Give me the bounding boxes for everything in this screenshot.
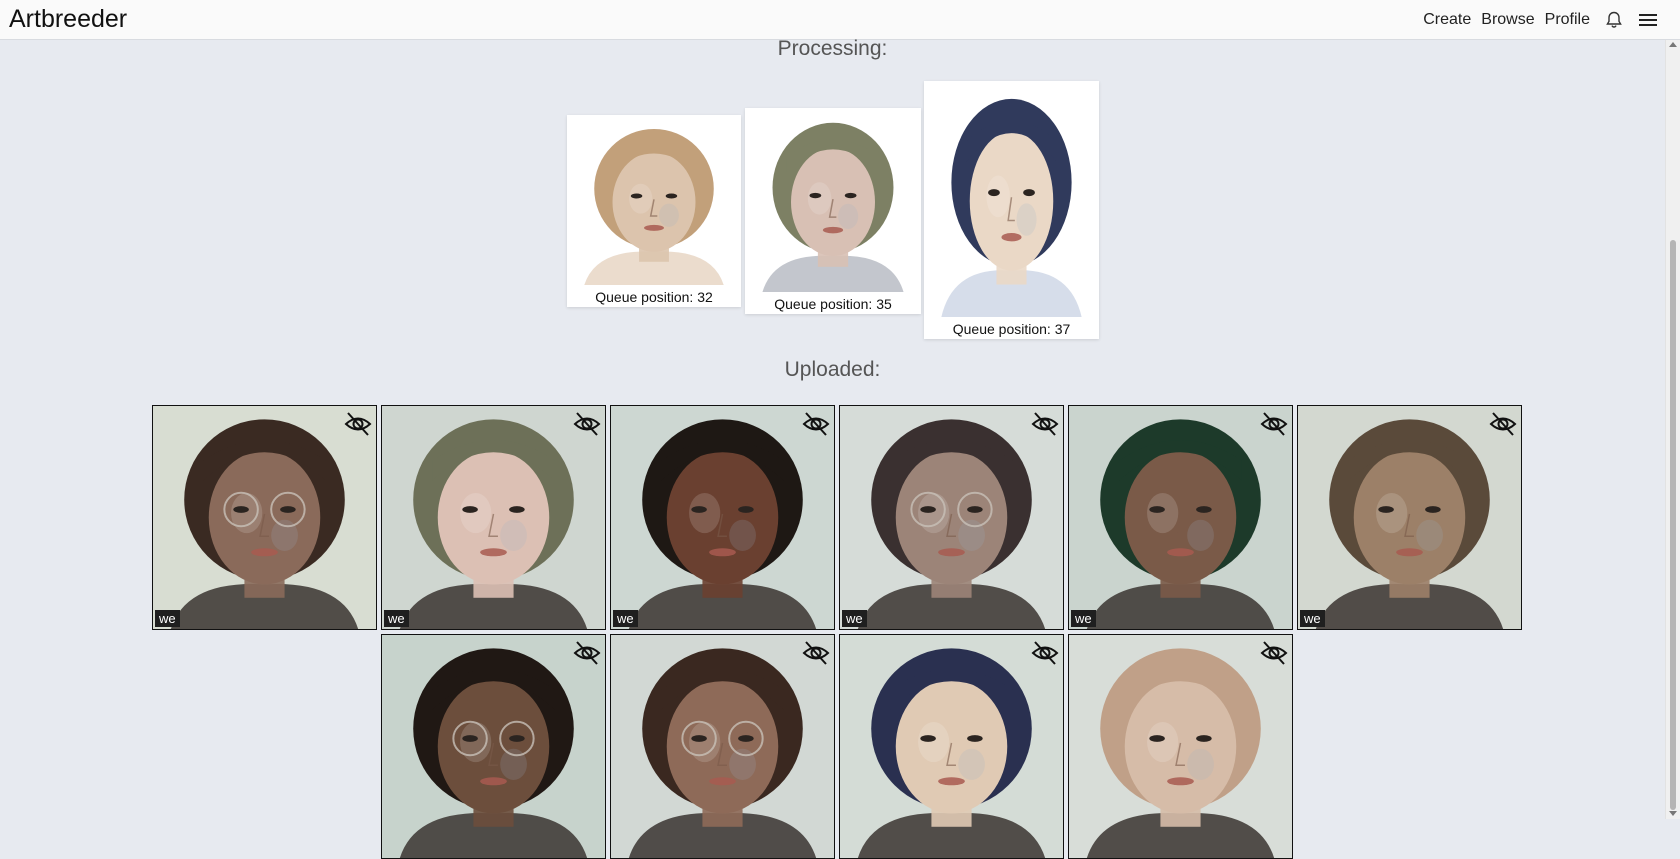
page-scrollbar[interactable] <box>1665 40 1680 819</box>
queue-position: Queue position: 32 <box>595 289 713 305</box>
eye-off-icon[interactable] <box>1030 638 1060 673</box>
we-badge: we <box>613 610 638 627</box>
hamburger-menu-icon[interactable] <box>1638 10 1658 30</box>
uploaded-image-tile[interactable] <box>610 634 835 859</box>
nav-browse-link[interactable]: Browse <box>1481 11 1534 29</box>
eye-off-icon[interactable] <box>572 638 602 673</box>
uploaded-image-tile[interactable] <box>839 634 1064 859</box>
processing-heading: Processing: <box>777 37 888 60</box>
eye-off-icon[interactable] <box>801 409 831 444</box>
we-badge: we <box>842 610 867 627</box>
top-nav: Artbreeder Create Browse Profile <box>0 0 1680 40</box>
uploaded-image-tile[interactable]: we <box>1297 405 1522 630</box>
scroll-up-arrow-icon[interactable] <box>1669 42 1677 47</box>
uploaded-image-tile[interactable]: we <box>1068 405 1293 630</box>
uploaded-image-tile[interactable] <box>381 634 606 859</box>
processing-card[interactable]: Queue position: 32 <box>567 115 741 307</box>
eye-off-icon[interactable] <box>801 638 831 673</box>
bell-icon[interactable] <box>1604 10 1624 30</box>
nav-links: Create Browse Profile <box>1413 0 1658 40</box>
uploaded-heading: Uploaded: <box>784 358 881 381</box>
we-badge: we <box>384 610 409 627</box>
we-badge: we <box>155 610 180 627</box>
nav-create-link[interactable]: Create <box>1423 11 1471 29</box>
nav-profile-link[interactable]: Profile <box>1545 11 1590 29</box>
we-badge: we <box>1300 610 1325 627</box>
eye-off-icon[interactable] <box>1030 409 1060 444</box>
we-badge: we <box>1071 610 1096 627</box>
eye-off-icon[interactable] <box>343 409 373 444</box>
processing-portrait <box>928 85 1095 317</box>
scroll-down-arrow-icon[interactable] <box>1669 811 1677 816</box>
queue-position: Queue position: 35 <box>774 296 892 312</box>
uploaded-image-tile[interactable]: we <box>610 405 835 630</box>
processing-portrait <box>749 112 917 292</box>
brand-logo[interactable]: Artbreeder <box>9 5 127 34</box>
eye-off-icon[interactable] <box>572 409 602 444</box>
processing-portrait <box>571 119 737 285</box>
eye-off-icon[interactable] <box>1259 409 1289 444</box>
uploaded-image-tile[interactable]: we <box>381 405 606 630</box>
eye-off-icon[interactable] <box>1488 409 1518 444</box>
processing-card[interactable]: Queue position: 37 <box>924 81 1099 339</box>
uploaded-image-tile[interactable]: we <box>839 405 1064 630</box>
uploaded-image-tile[interactable]: we <box>152 405 377 630</box>
scroll-thumb[interactable] <box>1670 240 1676 810</box>
processing-card[interactable]: Queue position: 35 <box>745 108 921 314</box>
queue-position: Queue position: 37 <box>952 321 1071 337</box>
eye-off-icon[interactable] <box>1259 638 1289 673</box>
uploaded-image-tile[interactable] <box>1068 634 1293 859</box>
